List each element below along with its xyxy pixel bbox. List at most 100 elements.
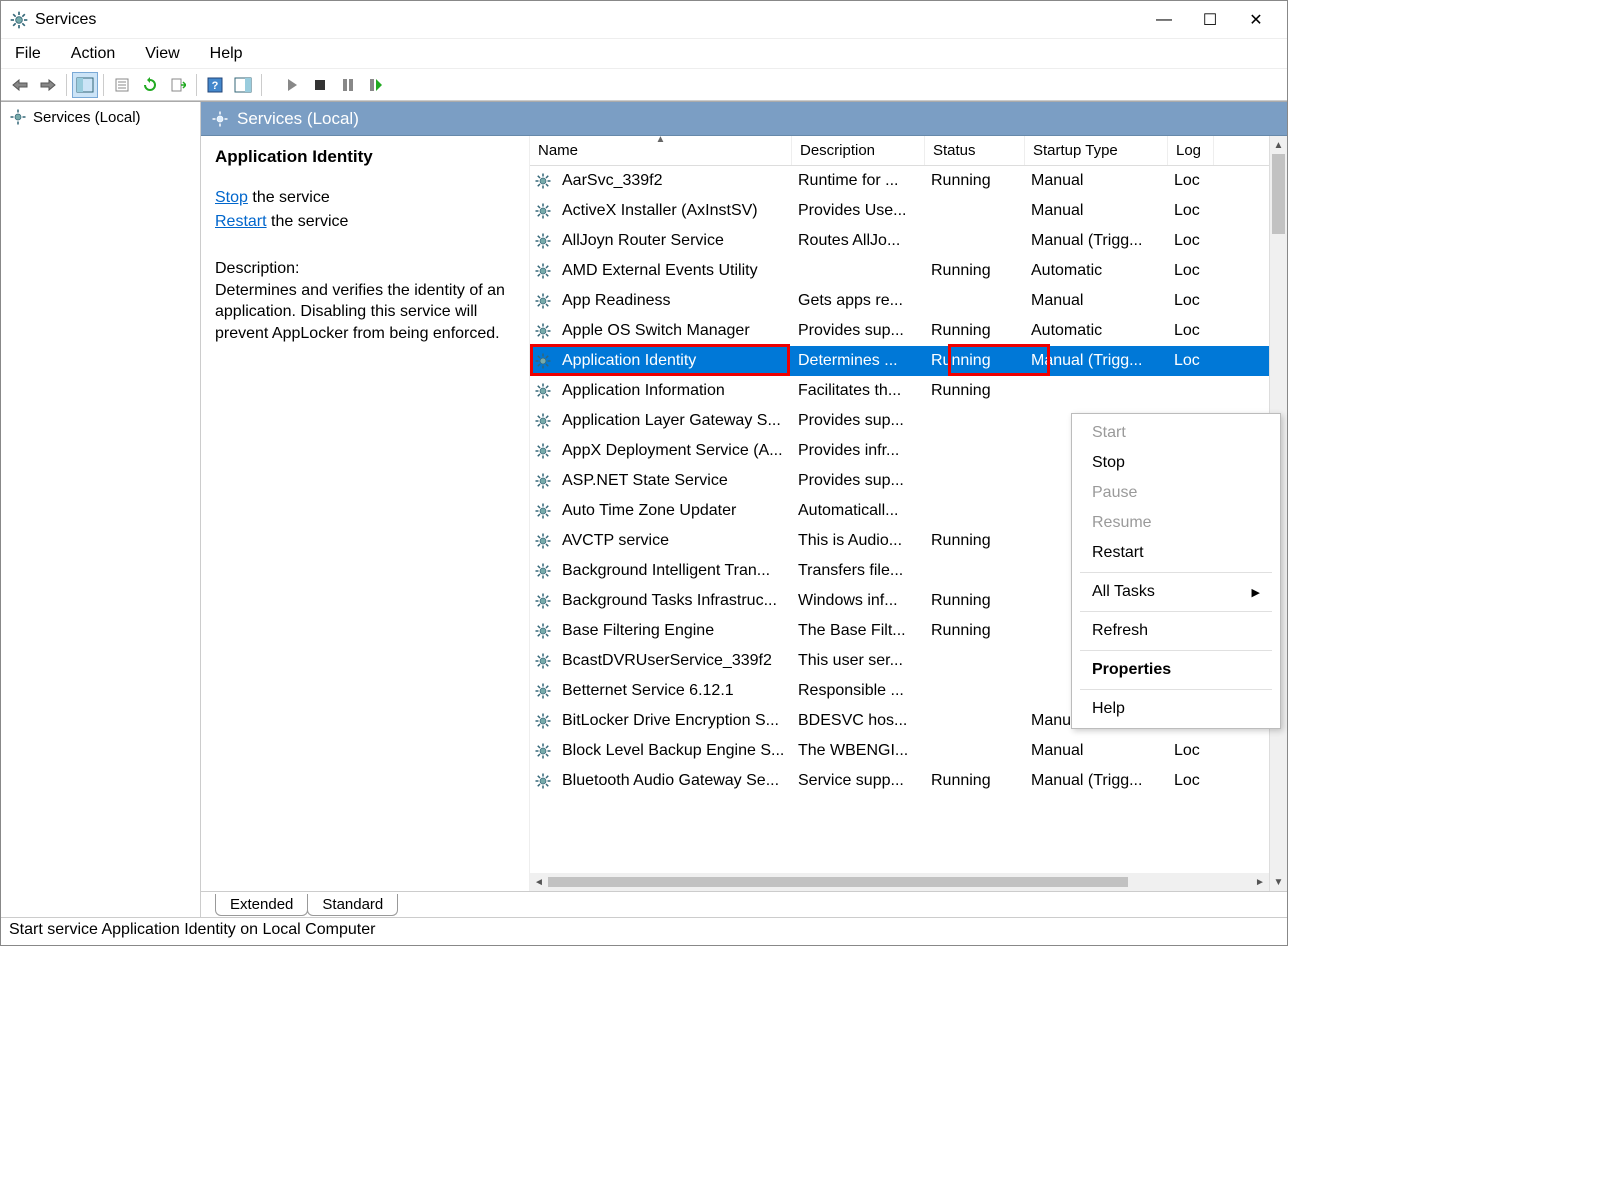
stop-service-button[interactable] (307, 72, 333, 98)
cell-logon: Loc (1168, 290, 1214, 312)
cell-description: Windows inf... (792, 590, 925, 612)
ctx-stop[interactable]: Stop (1072, 448, 1280, 478)
table-row[interactable]: ActiveX Installer (AxInstSV)Provides Use… (530, 196, 1269, 226)
cell-status: Running (925, 530, 1025, 552)
list-header: ▲ Name Description Status Startup Type L… (530, 136, 1269, 166)
minimize-button[interactable]: — (1141, 5, 1187, 35)
submenu-arrow-icon: ▶ (1252, 586, 1260, 599)
tree-root-item[interactable]: Services (Local) (5, 106, 196, 128)
restart-service-button[interactable] (363, 72, 389, 98)
cell-status (925, 659, 1025, 663)
detail-pane: Application Identity Stop the service Re… (201, 136, 529, 891)
export-button[interactable] (165, 72, 191, 98)
stop-service-link[interactable]: Stop (215, 189, 248, 206)
cell-startup: Manual (Trigg... (1025, 230, 1168, 252)
cell-startup: Manual (Trigg... (1025, 770, 1168, 792)
menu-view[interactable]: View (139, 43, 185, 65)
menu-action[interactable]: Action (65, 43, 121, 65)
cell-description: Determines ... (792, 350, 925, 372)
cell-status: Running (925, 350, 1025, 372)
cell-name: Apple OS Switch Manager (556, 320, 792, 342)
cell-status: Running (925, 170, 1025, 192)
cell-name: Application Identity (556, 350, 792, 372)
tree-root-label: Services (Local) (33, 109, 141, 126)
forward-button[interactable] (35, 72, 61, 98)
gear-icon (530, 532, 556, 550)
gear-icon (530, 442, 556, 460)
table-row[interactable]: AMD External Events UtilityRunningAutoma… (530, 256, 1269, 286)
cell-name: Block Level Backup Engine S... (556, 740, 792, 762)
table-row[interactable]: Block Level Backup Engine S...The WBENGI… (530, 736, 1269, 766)
help-button[interactable]: ? (202, 72, 228, 98)
cell-logon: Loc (1168, 770, 1214, 792)
cell-startup: Manual (1025, 740, 1168, 762)
cell-description: Responsible ... (792, 680, 925, 702)
table-row[interactable]: AllJoyn Router ServiceRoutes AllJo...Man… (530, 226, 1269, 256)
content-header-label: Services (Local) (237, 109, 359, 129)
start-service-button[interactable] (279, 72, 305, 98)
ctx-refresh[interactable]: Refresh (1072, 616, 1280, 646)
ctx-restart[interactable]: Restart (1072, 538, 1280, 568)
cell-name: Application Layer Gateway S... (556, 410, 792, 432)
refresh-button[interactable] (137, 72, 163, 98)
table-row[interactable]: AarSvc_339f2Runtime for ...RunningManual… (530, 166, 1269, 196)
table-row[interactable]: Bluetooth Audio Gateway Se...Service sup… (530, 766, 1269, 796)
detail-title: Application Identity (215, 146, 515, 169)
tab-standard[interactable]: Standard (307, 894, 398, 916)
cell-logon: Loc (1168, 320, 1214, 342)
cell-description: This user ser... (792, 650, 925, 672)
horizontal-scrollbar[interactable]: ◄ ► (530, 873, 1269, 891)
gear-icon (530, 562, 556, 580)
cell-name: ASP.NET State Service (556, 470, 792, 492)
cell-description: Provides infr... (792, 440, 925, 462)
show-hide-tree-button[interactable] (72, 72, 98, 98)
column-logon[interactable]: Log (1168, 136, 1214, 165)
description-label: Description: (215, 258, 515, 280)
gear-icon (530, 352, 556, 370)
cell-startup: Automatic (1025, 260, 1168, 282)
cell-description: Gets apps re... (792, 290, 925, 312)
cell-status (925, 299, 1025, 303)
cell-status: Running (925, 770, 1025, 792)
gear-icon (530, 172, 556, 190)
close-button[interactable]: ✕ (1233, 5, 1279, 35)
gear-icon (530, 502, 556, 520)
cell-name: Bluetooth Audio Gateway Se... (556, 770, 792, 792)
column-startup-type[interactable]: Startup Type (1025, 136, 1168, 165)
properties-button[interactable] (109, 72, 135, 98)
menu-help[interactable]: Help (204, 43, 249, 65)
column-status[interactable]: Status (925, 136, 1025, 165)
table-row[interactable]: App ReadinessGets apps re...ManualLoc (530, 286, 1269, 316)
cell-name: ActiveX Installer (AxInstSV) (556, 200, 792, 222)
show-hide-action-pane-button[interactable] (230, 72, 256, 98)
table-row[interactable]: Application InformationFacilitates th...… (530, 376, 1269, 406)
gear-icon (530, 652, 556, 670)
cell-logon: Loc (1168, 230, 1214, 252)
pause-service-button[interactable] (335, 72, 361, 98)
cell-description: The Base Filt... (792, 620, 925, 642)
table-row[interactable]: Apple OS Switch ManagerProvides sup...Ru… (530, 316, 1269, 346)
ctx-pause: Pause (1072, 478, 1280, 508)
cell-startup: Manual (Trigg... (1025, 350, 1168, 372)
tab-extended[interactable]: Extended (215, 894, 308, 916)
gear-icon (530, 742, 556, 760)
table-row[interactable]: Application IdentityDetermines ...Runnin… (530, 346, 1269, 376)
cell-name: Background Intelligent Tran... (556, 560, 792, 582)
menu-file[interactable]: File (9, 43, 47, 65)
ctx-all-tasks[interactable]: All Tasks▶ (1072, 577, 1280, 607)
cell-logon (1168, 389, 1214, 393)
cell-status (925, 689, 1025, 693)
column-description[interactable]: Description (792, 136, 925, 165)
cell-description: Routes AllJo... (792, 230, 925, 252)
cell-name: BitLocker Drive Encryption S... (556, 710, 792, 732)
maximize-button[interactable]: ☐ (1187, 5, 1233, 35)
gear-icon (530, 622, 556, 640)
cell-status (925, 569, 1025, 573)
cell-startup: Automatic (1025, 320, 1168, 342)
ctx-help[interactable]: Help (1072, 694, 1280, 724)
column-name[interactable]: ▲ Name (530, 136, 792, 165)
ctx-properties[interactable]: Properties (1072, 655, 1280, 685)
cell-status: Running (925, 320, 1025, 342)
back-button[interactable] (7, 72, 33, 98)
restart-service-link[interactable]: Restart (215, 213, 267, 230)
